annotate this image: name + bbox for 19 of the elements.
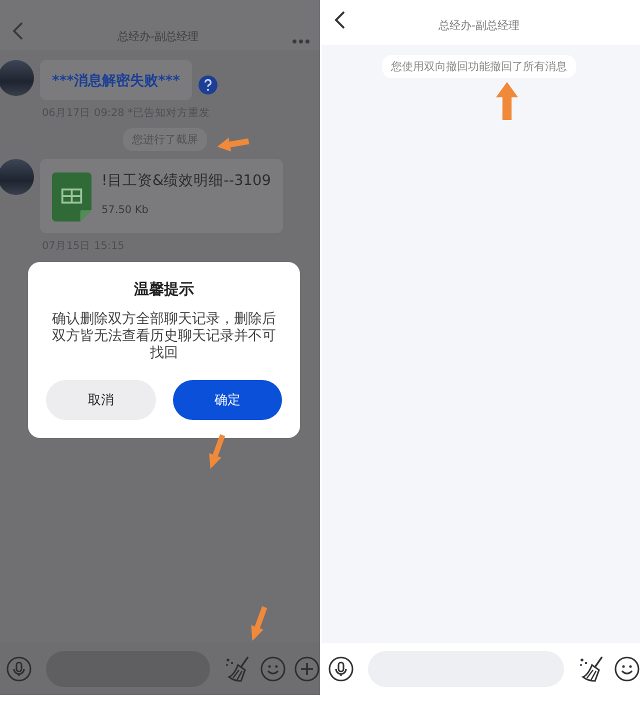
annotation-arrow bbox=[496, 82, 518, 120]
plus-icon[interactable] bbox=[294, 656, 320, 682]
chat-title: 总经办-副总经理 bbox=[438, 18, 520, 34]
avatar[interactable] bbox=[0, 60, 34, 96]
help-icon[interactable] bbox=[198, 75, 218, 95]
system-notice: 您使用双向撤回功能撤回了所有消息 bbox=[382, 55, 576, 78]
dialog-title: 温馨提示 bbox=[134, 280, 194, 299]
file-size: 57.50 Kb bbox=[102, 204, 150, 216]
more-icon[interactable] bbox=[292, 39, 310, 44]
back-icon[interactable] bbox=[334, 11, 346, 29]
emoji-icon[interactable] bbox=[614, 656, 640, 682]
spreadsheet-file-icon bbox=[52, 171, 92, 223]
dialog-message: 确认删除双方全部聊天记录，删除后双方皆无法查看历史聊天记录并不可找回 bbox=[51, 311, 277, 362]
avatar[interactable] bbox=[0, 159, 34, 195]
microphone-icon[interactable] bbox=[328, 656, 354, 682]
file-name: !目工资&绩效明细--3109 bbox=[102, 172, 271, 190]
message-text: ***消息解密失败*** bbox=[52, 73, 180, 89]
confirm-button[interactable]: 确定 bbox=[172, 380, 282, 420]
cancel-button[interactable]: 取消 bbox=[46, 380, 156, 420]
